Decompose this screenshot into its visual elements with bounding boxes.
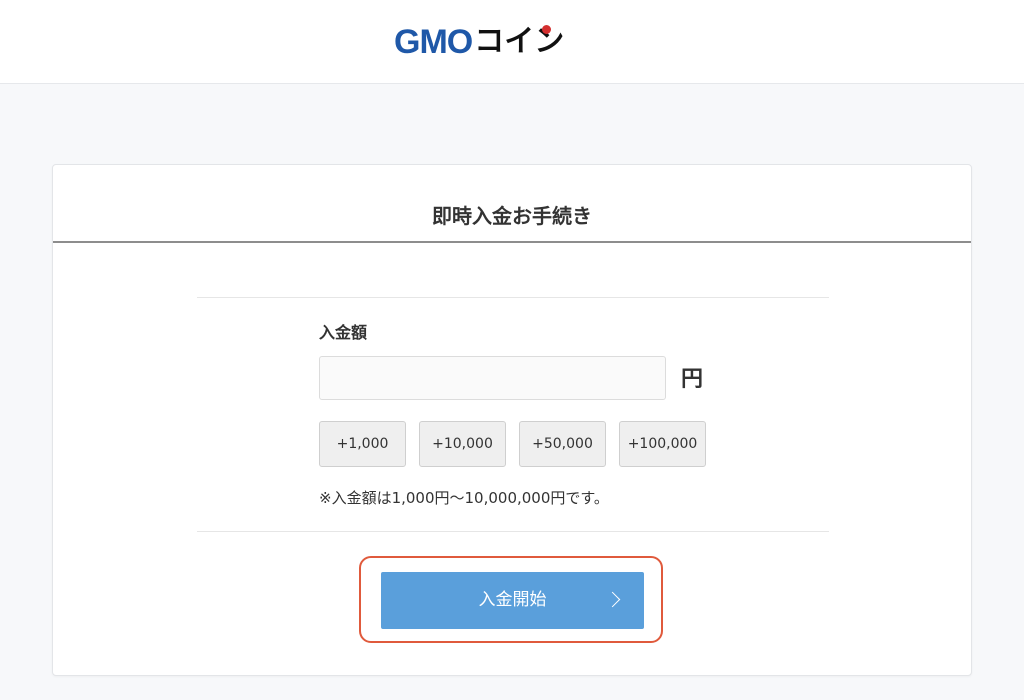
- add-100000-button[interactable]: +100,000: [619, 421, 706, 467]
- logo-kana-text: コイン: [474, 25, 564, 57]
- start-deposit-button[interactable]: 入金開始: [381, 572, 644, 629]
- amount-input[interactable]: [319, 356, 666, 400]
- add-10000-button[interactable]: +10,000: [419, 421, 506, 467]
- start-deposit-label: 入金開始: [478, 590, 547, 610]
- logo-latin-text: GMO: [394, 23, 473, 61]
- amount-label: 入金額: [319, 323, 368, 342]
- gmo-coin-logo[interactable]: GMO コイン: [394, 22, 564, 62]
- divider-top: [197, 297, 829, 298]
- amount-range-note: ※入金額は1,000円〜10,000,000円です。: [319, 489, 609, 507]
- add-50000-button[interactable]: +50,000: [519, 421, 606, 467]
- site-header: GMO コイン: [0, 0, 1024, 84]
- divider-bottom: [197, 531, 829, 532]
- page-title: 即時入金お手続き: [53, 165, 971, 243]
- add-1000-button[interactable]: +1,000: [319, 421, 406, 467]
- deposit-card: 即時入金お手続き 入金額 円 +1,000 +10,000 +50,000 +1…: [52, 164, 972, 676]
- currency-unit: 円: [681, 367, 704, 392]
